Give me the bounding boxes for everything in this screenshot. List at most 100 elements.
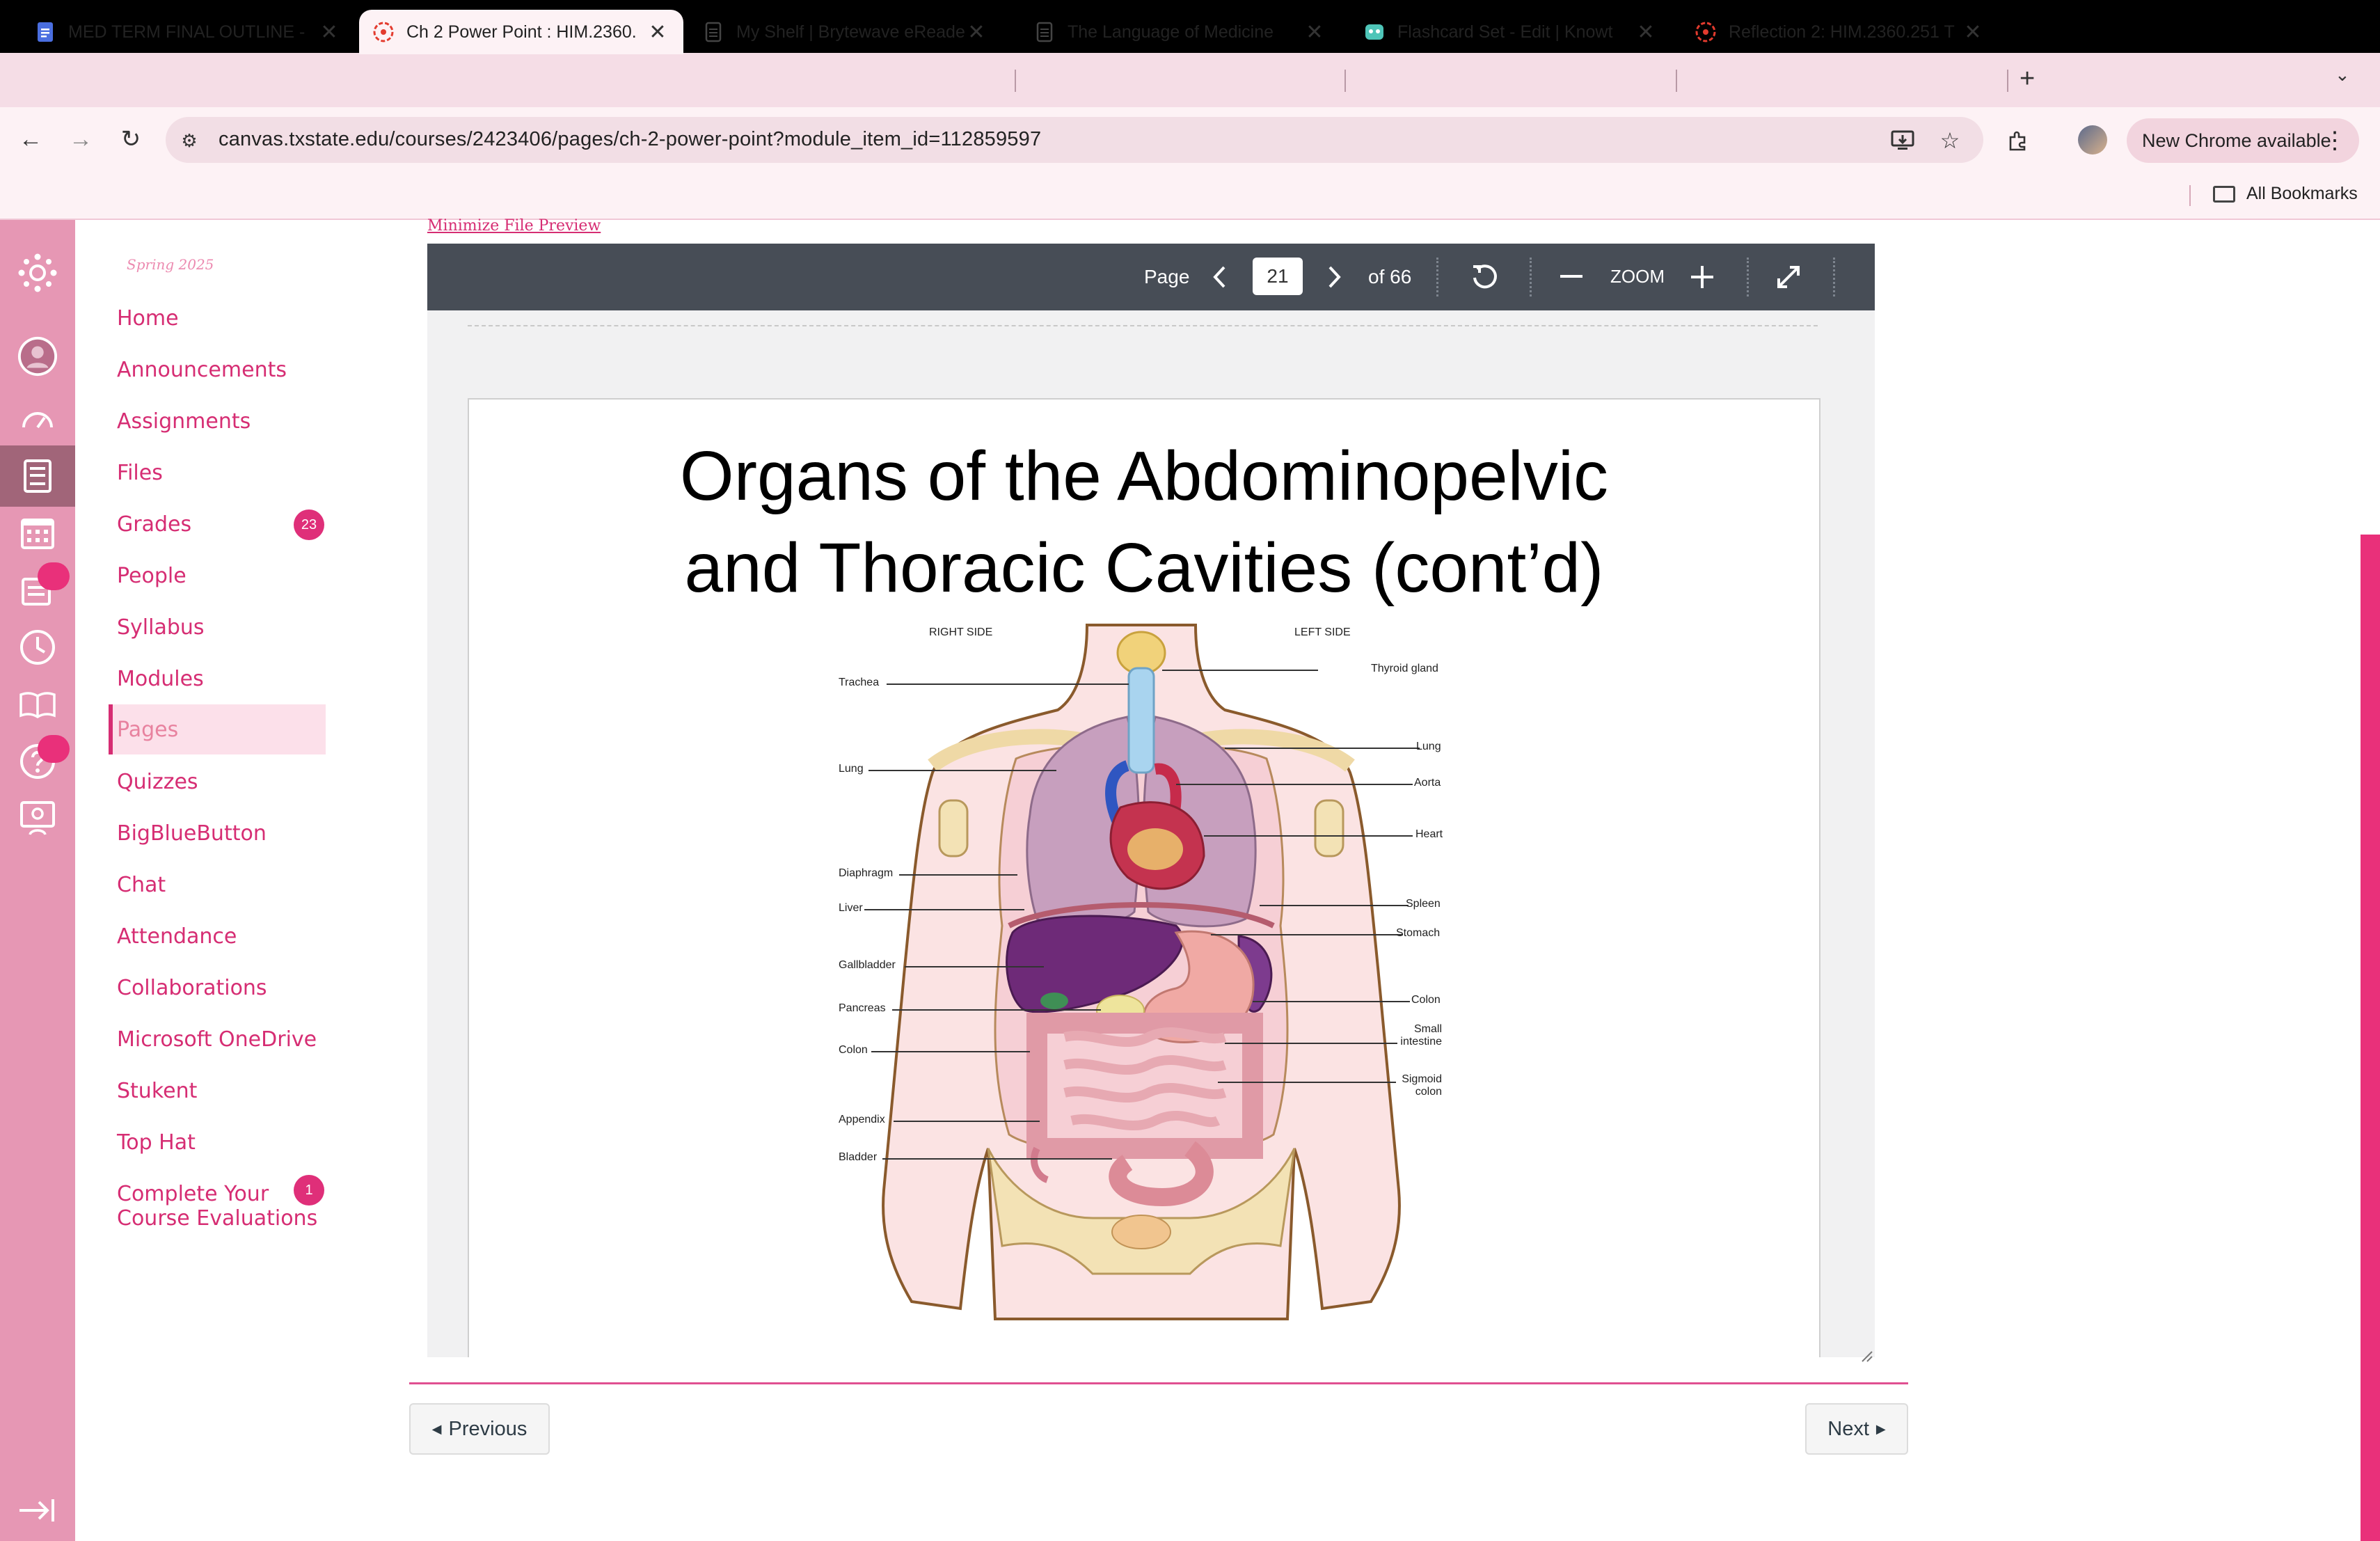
tab-med-term-outline[interactable]: MED TERM FINAL OUTLINE - ✕ xyxy=(21,10,355,54)
forward-icon[interactable]: → xyxy=(64,123,97,156)
course-nav-onedrive[interactable]: Microsoft OneDrive xyxy=(117,1027,317,1052)
help-badge xyxy=(38,735,70,763)
reload-icon[interactable]: ↻ xyxy=(114,123,148,156)
zoom-in-icon[interactable] xyxy=(1684,259,1720,295)
canvas-icon xyxy=(1695,22,1716,42)
label-sigmoid: Sigmoid xyxy=(1402,1073,1442,1085)
course-nav-assignments[interactable]: Assignments xyxy=(117,409,251,434)
course-nav-grades[interactable]: Grades xyxy=(117,512,191,537)
page-number-input[interactable]: 21 xyxy=(1253,258,1303,295)
tab-ch2-power-point[interactable]: Ch 2 Power Point : HIM.2360. ✕ xyxy=(359,10,683,54)
label-stomach: Stomach xyxy=(1396,927,1441,939)
resize-handle-icon[interactable] xyxy=(1859,1349,1873,1363)
new-tab-icon[interactable]: + xyxy=(2020,64,2035,94)
label-pancreas: Pancreas xyxy=(839,1002,886,1014)
back-icon[interactable]: ← xyxy=(14,123,47,156)
all-bookmarks-button[interactable]: All Bookmarks xyxy=(2213,184,2358,204)
course-nav-home[interactable]: Home xyxy=(117,306,179,331)
content-divider xyxy=(409,1382,1908,1384)
collapse-nav-icon[interactable] xyxy=(17,1489,58,1531)
rotate-icon[interactable] xyxy=(1467,259,1503,295)
site-settings-icon[interactable]: ⚙ xyxy=(175,127,203,155)
all-bookmarks-label: All Bookmarks xyxy=(2246,184,2358,203)
next-button[interactable]: Next ▶ xyxy=(1805,1403,1908,1455)
course-nav-syllabus[interactable]: Syllabus xyxy=(117,615,205,640)
account-avatar-icon[interactable] xyxy=(17,335,58,377)
anatomy-figure: RIGHT SIDE LEFT SIDE Trachea Lung Diaphr… xyxy=(828,619,1454,1322)
canvas-icon xyxy=(373,22,394,42)
course-nav-quizzes[interactable]: Quizzes xyxy=(117,770,198,794)
label-intestine: intestine xyxy=(1400,1036,1442,1048)
evaluations-count-badge: 1 xyxy=(294,1175,324,1206)
tab-brytewave[interactable]: My Shelf | Brytewave eReader ✕ xyxy=(689,10,1002,54)
course-nav-bigbluebutton[interactable]: BigBlueButton xyxy=(117,821,267,846)
next-page-icon[interactable] xyxy=(1317,259,1353,295)
leader-line xyxy=(1162,670,1318,671)
tab-separator xyxy=(1676,70,1677,92)
install-app-icon[interactable] xyxy=(1889,127,1917,155)
url-text[interactable]: canvas.txstate.edu/courses/2423406/pages… xyxy=(219,128,1041,151)
leader-line xyxy=(1204,835,1413,837)
toolbar-divider xyxy=(1530,258,1532,297)
leader-line xyxy=(894,1121,1040,1122)
course-nav-pages[interactable]: Pages xyxy=(109,704,326,754)
profile-avatar[interactable] xyxy=(2078,125,2107,155)
fullscreen-icon[interactable] xyxy=(1770,259,1807,295)
previous-button[interactable]: ◀ Previous xyxy=(409,1403,550,1455)
leader-line xyxy=(1225,748,1420,749)
close-tab-icon[interactable]: ✕ xyxy=(1303,20,1326,45)
course-nav-top-hat[interactable]: Top Hat xyxy=(117,1130,196,1155)
evaluations-line-1: Complete Your xyxy=(117,1182,269,1206)
label-sigmoid-colon: Sigmoid colon xyxy=(1397,1073,1442,1098)
label-liver: Liver xyxy=(839,902,863,914)
leader-line xyxy=(864,909,1024,910)
course-nav-people[interactable]: People xyxy=(117,564,187,588)
tab-language-of-medicine[interactable]: The Language of Medicine ✕ xyxy=(1020,10,1340,54)
page-scrollbar[interactable] xyxy=(2361,535,2380,1541)
close-tab-icon[interactable]: ✕ xyxy=(965,20,988,45)
course-nav-evaluations[interactable]: Complete Your Course Evaluations xyxy=(117,1182,317,1231)
toolbar-divider xyxy=(1436,258,1438,297)
close-tab-icon[interactable]: ✕ xyxy=(1961,20,1985,45)
calendar-icon[interactable] xyxy=(17,512,58,554)
tab-reflection-2[interactable]: Reflection 2: HIM.2360.251 T ✕ xyxy=(1681,10,1999,54)
label-colon-left: Colon xyxy=(1411,994,1441,1006)
page-icon xyxy=(1036,22,1053,42)
courses-icon[interactable] xyxy=(0,445,75,507)
label-bladder: Bladder xyxy=(839,1151,878,1163)
studio-icon[interactable] xyxy=(17,798,58,839)
history-icon[interactable] xyxy=(17,626,58,668)
docs-icon xyxy=(38,22,53,42)
commons-book-icon[interactable] xyxy=(17,683,58,725)
leader-line xyxy=(1225,1043,1397,1044)
previous-page-icon[interactable] xyxy=(1201,259,1237,295)
bookmark-star-icon[interactable]: ☆ xyxy=(1936,127,1964,155)
chrome-update-button[interactable]: New Chrome available ⋮ xyxy=(2127,118,2359,163)
course-nav-stukent[interactable]: Stukent xyxy=(117,1079,197,1103)
kebab-menu-icon[interactable]: ⋮ xyxy=(2323,127,2347,155)
extensions-icon[interactable] xyxy=(2004,127,2032,155)
page-label: Page xyxy=(1144,266,1190,287)
tab-separator xyxy=(1015,70,1016,92)
tab-knowt-flashcards[interactable]: Flashcard Set - Edit | Knowt ✕ xyxy=(1350,10,1672,54)
tab-title: Flashcard Set - Edit | Knowt xyxy=(1397,22,1613,42)
canvas-logo-icon[interactable] xyxy=(17,252,58,294)
course-nav-modules[interactable]: Modules xyxy=(117,667,204,691)
course-nav-attendance[interactable]: Attendance xyxy=(117,924,237,949)
course-nav-chat[interactable]: Chat xyxy=(117,873,166,897)
leader-line xyxy=(1211,934,1403,935)
zoom-out-icon[interactable] xyxy=(1553,259,1589,295)
minimize-file-preview-link[interactable]: Minimize File Preview xyxy=(427,217,601,235)
course-nav-collaborations[interactable]: Collaborations xyxy=(117,976,267,1000)
course-nav-files[interactable]: Files xyxy=(117,461,163,485)
close-tab-icon[interactable]: ✕ xyxy=(1634,20,1658,45)
tab-search-chevron-icon[interactable]: ⌄ xyxy=(2335,64,2350,86)
course-nav-announcements[interactable]: Announcements xyxy=(117,358,287,382)
dashboard-icon[interactable] xyxy=(17,398,58,440)
close-tab-icon[interactable]: ✕ xyxy=(317,20,341,45)
slide-title-line-2: and Thoracic Cavities (cont’d) xyxy=(684,529,1604,607)
close-tab-icon[interactable]: ✕ xyxy=(646,20,669,45)
tab-title: Reflection 2: HIM.2360.251 T xyxy=(1729,22,1955,42)
leader-line xyxy=(868,770,1056,771)
label-small-intestine: Small intestine xyxy=(1397,1023,1442,1048)
